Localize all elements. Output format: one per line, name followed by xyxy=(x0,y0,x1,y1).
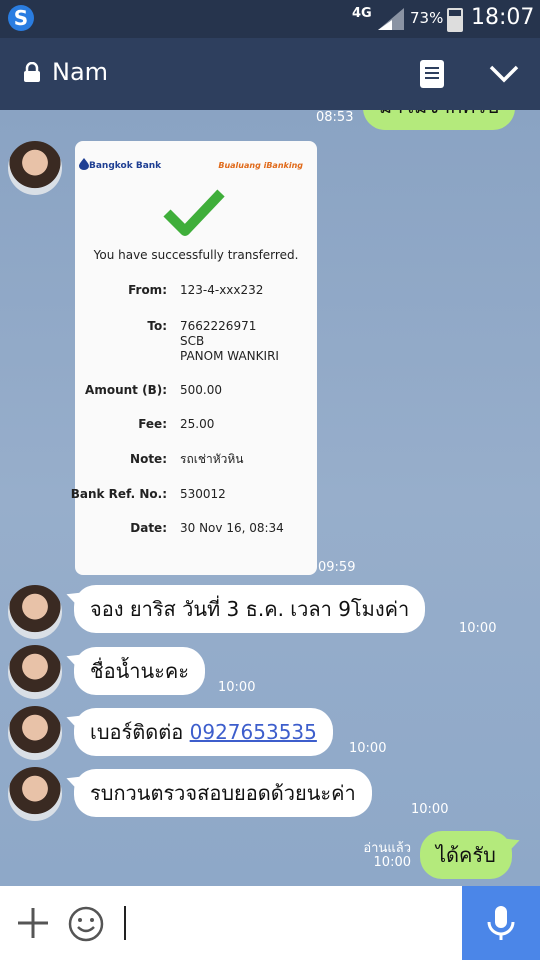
message-text: เบอร์ติดต่อ xyxy=(90,720,190,744)
avatar[interactable] xyxy=(8,141,62,195)
transfer-receipt-image[interactable]: Bangkok Bank Bualuang iBanking You have … xyxy=(71,141,317,575)
incoming-message[interactable]: รบกวนตรวจสอบยอดด้วยนะค่า xyxy=(74,769,372,817)
avatar[interactable] xyxy=(8,767,62,821)
chat-area[interactable]: 08:53 มาโมจากครับ Bangkok Bank Bualuang … xyxy=(0,110,540,886)
avatar[interactable] xyxy=(8,585,62,639)
bank-logo-icon xyxy=(79,158,89,170)
text-cursor xyxy=(124,906,126,940)
fee-value: 25.00 xyxy=(180,417,215,431)
success-message: You have successfully transferred. xyxy=(93,248,299,262)
message-time: 10:00 xyxy=(349,741,387,756)
smiley-icon[interactable] xyxy=(68,906,104,942)
message-input-bar xyxy=(0,886,540,960)
to-value: 7662226971 SCB PANOM WANKIRI xyxy=(180,319,279,363)
from-value: 123-4-xxx232 xyxy=(180,283,264,297)
microphone-icon xyxy=(487,906,515,940)
message-time: 10:00 xyxy=(373,855,411,870)
note-icon[interactable] xyxy=(420,60,444,88)
battery-icon xyxy=(447,8,463,32)
signal-icon xyxy=(378,8,404,30)
note-value: รถเช่าหัวหิน xyxy=(180,452,244,466)
plus-icon[interactable] xyxy=(16,906,50,940)
from-label: From: xyxy=(128,283,167,297)
message-time: 10:00 xyxy=(411,802,449,817)
avatar[interactable] xyxy=(8,645,62,699)
phone-link[interactable]: 0927653535 xyxy=(190,720,317,744)
network-type: 4G xyxy=(352,6,372,21)
checkmark-icon xyxy=(163,189,225,236)
date-value: 30 Nov 16, 08:34 xyxy=(180,521,284,535)
bank-ref-label: Bank Ref. No.: xyxy=(70,487,167,501)
bank-ref-value: 530012 xyxy=(180,487,226,501)
to-label: To: xyxy=(147,319,167,333)
outgoing-message[interactable]: มาโมจากครับ xyxy=(363,110,516,130)
outgoing-message[interactable]: ได้ครับ xyxy=(420,831,512,879)
incoming-message[interactable]: ชื่อน้ำนะคะ xyxy=(74,647,206,695)
status-bar: S 4G 73% 18:07 xyxy=(0,0,540,38)
microphone-button[interactable] xyxy=(462,886,540,960)
incoming-message[interactable]: จอง ยาริส วันที่ 3 ธ.ค. เวลา 9โมงค่า xyxy=(74,585,426,633)
message-time: 08:53 xyxy=(316,110,354,125)
ibanking-logo: Bualuang iBanking xyxy=(218,161,303,170)
amount-label: Amount (B): xyxy=(85,383,167,397)
clock: 18:07 xyxy=(471,5,535,30)
message-time: 10:00 xyxy=(218,680,256,695)
lock-icon xyxy=(24,62,40,82)
message-time: 09:59 xyxy=(318,560,356,575)
app-logo-icon: S xyxy=(8,5,34,31)
incoming-message[interactable]: เบอร์ติดต่อ 0927653535 xyxy=(74,708,333,756)
avatar[interactable] xyxy=(8,706,62,760)
date-label: Date: xyxy=(130,521,167,535)
amount-value: 500.00 xyxy=(180,383,222,397)
fee-label: Fee: xyxy=(138,417,167,431)
battery-percent: 73% xyxy=(410,9,444,27)
chevron-down-icon[interactable] xyxy=(488,58,520,90)
note-label: Note: xyxy=(130,452,167,466)
chat-header: Nam xyxy=(0,38,540,110)
message-time: 10:00 xyxy=(459,621,497,636)
bank-name: Bangkok Bank xyxy=(89,161,162,171)
contact-name[interactable]: Nam xyxy=(52,58,108,86)
